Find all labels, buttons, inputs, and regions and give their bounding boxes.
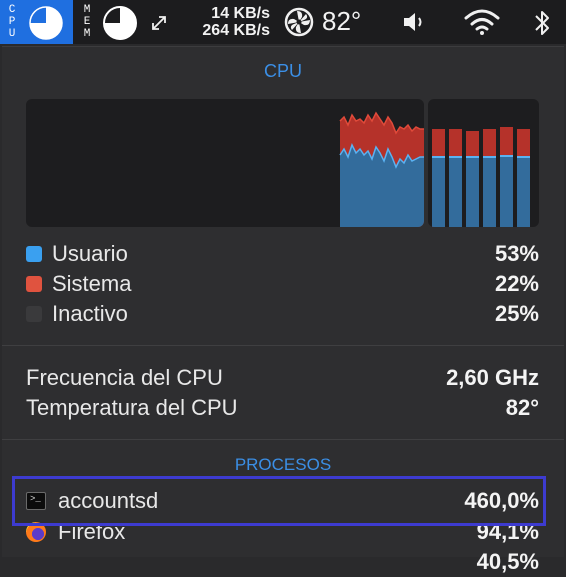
memory-pie-icon <box>103 6 137 40</box>
usage-value: 25% <box>494 301 539 326</box>
memory-menu-item[interactable]: M E M <box>78 0 142 44</box>
cpu-pie-icon <box>29 6 63 40</box>
process-value: 40,5% <box>476 549 539 574</box>
cpu-section-title: CPU <box>263 61 302 81</box>
section-divider <box>2 345 564 346</box>
temperature-row: Temperatura del CPU 82° <box>26 393 539 423</box>
usage-label: Usuario <box>52 241 128 266</box>
idle-swatch <box>26 306 42 322</box>
usage-row-idle: Inactivo 25% <box>26 299 539 329</box>
cpu-menu-item[interactable]: C P U <box>0 0 73 44</box>
network-upload: 14 KB/s <box>211 5 270 22</box>
user-swatch <box>26 246 42 262</box>
frequency-row: Frecuencia del CPU 2,60 GHz <box>26 363 539 393</box>
cpu-cores-graph <box>428 99 539 227</box>
network-arrows-icon <box>152 16 166 30</box>
network-download: 264 KB/s <box>202 22 270 39</box>
processes-section-title: PROCESOS <box>234 455 332 474</box>
menubar-temperature: 82° <box>322 6 362 36</box>
cpu-history-chart <box>339 111 424 227</box>
usage-row-user: Usuario 53% <box>26 239 539 269</box>
mem-label: M E M <box>83 4 91 40</box>
fan-icon <box>284 7 314 37</box>
usage-label: Inactivo <box>52 301 128 326</box>
temperature-value: 82° <box>505 395 539 420</box>
bluetooth-icon[interactable] <box>532 8 552 38</box>
core-6-user <box>517 157 530 227</box>
frequency-value: 2,60 GHz <box>446 365 539 390</box>
menu-bar: C P U M E M 14 KB/s 264 KB/s 82° <box>0 0 566 44</box>
usage-label: Sistema <box>52 271 132 296</box>
section-divider <box>2 439 564 440</box>
volume-icon[interactable] <box>402 10 432 34</box>
core-1-user <box>432 157 445 227</box>
core-2-user <box>449 157 462 227</box>
core-3-user <box>466 157 479 227</box>
system-swatch <box>26 276 42 292</box>
selection-highlight <box>12 476 546 526</box>
usage-value: 22% <box>494 271 539 296</box>
cpu-history-graph <box>26 99 424 227</box>
core-4-user <box>483 157 496 227</box>
sensors-menu-item[interactable]: 82° <box>280 0 380 44</box>
temperature-label: Temperatura del CPU <box>26 395 238 420</box>
frequency-label: Frecuencia del CPU <box>26 365 223 390</box>
cpu-cores-chart <box>432 127 530 227</box>
cpu-label: C P U <box>8 4 16 40</box>
network-speed: 14 KB/s 264 KB/s <box>184 5 270 39</box>
usage-row-system: Sistema 22% <box>26 269 539 299</box>
usage-value: 53% <box>494 241 539 266</box>
process-row[interactable]: 40,5% <box>26 547 539 577</box>
core-5-user <box>500 156 513 227</box>
wifi-icon[interactable] <box>462 8 502 36</box>
network-menu-item[interactable]: 14 KB/s 264 KB/s <box>148 0 278 44</box>
